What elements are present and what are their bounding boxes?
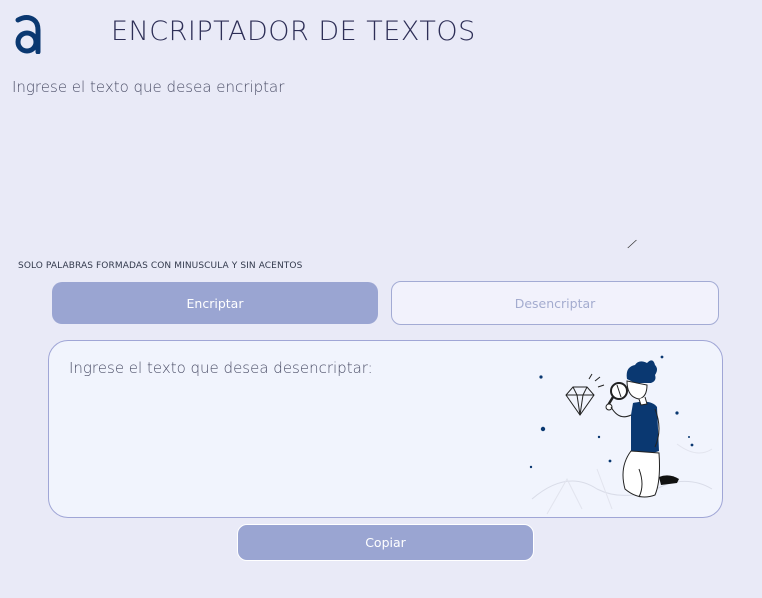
- decrypt-output[interactable]: [49, 341, 519, 517]
- copy-button[interactable]: Copiar: [237, 524, 534, 561]
- encrypt-input[interactable]: [10, 74, 754, 252]
- hint-text: SOLO PALABRAS FORMADAS CON MINUSCULA Y S…: [18, 261, 303, 271]
- output-panel: [48, 340, 723, 518]
- decrypt-button[interactable]: Desencriptar: [391, 281, 719, 325]
- person-magnifier-diamond-illustration-icon: [529, 355, 713, 515]
- alura-logo-icon: [15, 15, 41, 54]
- page-title: ENCRIPTADOR DE TEXTOS: [111, 16, 476, 47]
- encrypt-button[interactable]: Encriptar: [52, 282, 378, 324]
